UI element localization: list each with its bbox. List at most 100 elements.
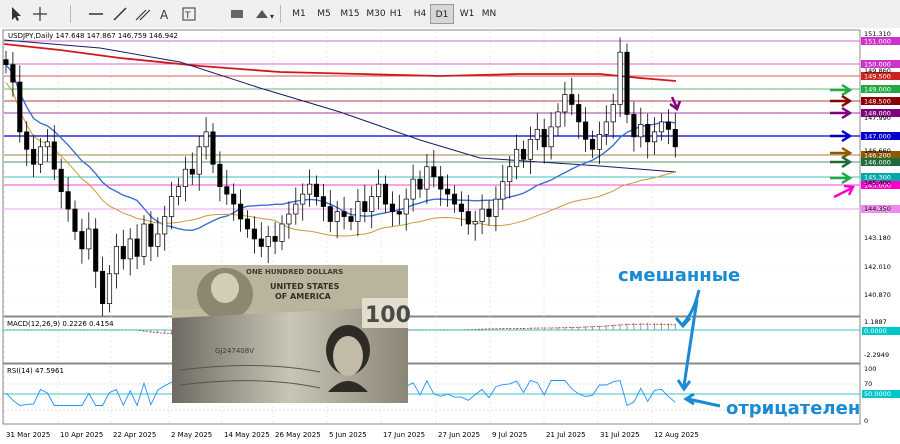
candle-body — [548, 126, 554, 148]
candle-body — [44, 141, 50, 148]
macd-tick-zero: 0.0000 — [864, 327, 887, 335]
candle-body — [369, 196, 375, 212]
timeframe-m5[interactable]: M5 — [312, 4, 336, 24]
price-tick: 149.860 — [864, 67, 891, 75]
candle-body — [10, 64, 16, 83]
candle-body — [86, 228, 92, 250]
candle-body — [196, 146, 202, 175]
candle-body — [31, 148, 37, 165]
candle-body — [189, 168, 195, 175]
candle-body — [334, 211, 340, 222]
macd-tick-bottom: -2.2949 — [864, 351, 889, 359]
candle-body — [244, 218, 251, 230]
candle-body — [127, 238, 133, 260]
candle-body — [279, 223, 285, 242]
svg-text:T: T — [184, 11, 191, 21]
candle-body — [672, 129, 678, 148]
level-label: 146.000 — [864, 159, 891, 167]
trendline-icon[interactable] — [113, 7, 127, 21]
date-label: 27 Jun 2025 — [438, 431, 480, 439]
candle-body — [362, 201, 368, 212]
candle-body — [527, 138, 533, 160]
candle-body — [445, 188, 451, 195]
candle-body — [293, 203, 299, 215]
channel-icon[interactable] — [135, 9, 151, 21]
text-icon[interactable]: A — [160, 8, 169, 22]
price-tick: 143.180 — [864, 234, 891, 242]
candle-body — [141, 223, 147, 257]
timeframe-d1[interactable]: D1 — [430, 4, 454, 24]
label-icon[interactable]: T — [182, 7, 196, 21]
candle-body — [500, 181, 506, 200]
usd-top-text: ONE HUNDRED DOLLARS — [246, 268, 343, 276]
candle-body — [403, 198, 409, 215]
candle-body — [382, 183, 389, 205]
timeframe-h4[interactable]: H4 — [408, 4, 432, 24]
candle-body — [224, 186, 230, 195]
candle-body — [417, 178, 423, 190]
price-tick: 144.350 — [864, 205, 891, 213]
timeframe-m1[interactable]: M1 — [287, 4, 311, 24]
candle-body — [576, 104, 582, 123]
price-tick: 142.010 — [864, 263, 891, 271]
timeframe-mn[interactable]: MN — [477, 4, 501, 24]
date-label: 5 Jun 2025 — [329, 431, 367, 439]
yen-serial: GJ247408V — [215, 347, 254, 355]
crosshair-icon[interactable] — [33, 7, 47, 21]
candle-body — [645, 124, 651, 143]
candle-body — [631, 114, 637, 138]
candle-body — [458, 203, 464, 212]
candle-body — [217, 163, 223, 187]
timeframe-h1[interactable]: H1 — [384, 4, 408, 24]
candle-body — [472, 221, 478, 225]
candle-body — [286, 213, 292, 225]
level-label: 148.500 — [864, 98, 891, 106]
timeframe-m15[interactable]: M15 — [336, 4, 364, 24]
candle-body — [175, 186, 182, 197]
candle-body — [3, 59, 9, 65]
candle-body — [120, 246, 126, 260]
candle-body — [624, 51, 630, 115]
banknote-image: ONE HUNDRED DOLLARS UNITED STATES OF AME… — [172, 265, 411, 403]
rsi-tick-70: 70 — [864, 380, 872, 388]
candle-body — [313, 183, 320, 197]
candle-body — [514, 148, 520, 168]
candle-body — [106, 273, 113, 305]
level-label: 149.000 — [864, 86, 891, 94]
candle-body — [389, 203, 395, 212]
timeframe-w1[interactable]: W1 — [455, 4, 479, 24]
date-label: 17 Jun 2025 — [383, 431, 425, 439]
candle-body — [589, 138, 596, 150]
cursor-icon[interactable] — [12, 7, 21, 21]
rectangle-icon[interactable] — [231, 10, 243, 18]
date-label: 14 May 2025 — [224, 431, 270, 439]
annotation-mixed: смешанные — [618, 265, 740, 286]
candle-body — [486, 208, 492, 217]
candle-body — [665, 121, 671, 130]
macd-label: MACD(12,26,9) 0.2226 0.4154 — [7, 320, 114, 328]
date-label: 10 Apr 2025 — [60, 431, 103, 439]
candle-body — [596, 134, 602, 150]
shapes-icon[interactable]: ▾ — [256, 10, 274, 21]
rsi-label: RSI(14) 47.5961 — [7, 367, 64, 375]
candle-body — [210, 131, 216, 165]
candle-body — [93, 228, 99, 272]
candle-body — [17, 81, 23, 133]
candle-body — [182, 168, 188, 187]
usd-mid-text: UNITED STATES — [270, 282, 340, 291]
price-tick: 147.990 — [864, 114, 891, 122]
candle-body — [155, 233, 161, 247]
candle-body — [58, 168, 64, 192]
chart-area[interactable]: 151.000150.000149.500149.000148.500148.0… — [0, 28, 900, 444]
candle-body — [520, 148, 527, 160]
candle-body — [24, 131, 30, 150]
candle-body — [134, 238, 140, 257]
candle-body — [148, 223, 154, 247]
price-tick: 151.310 — [864, 30, 891, 38]
date-label: 2 May 2025 — [171, 431, 212, 439]
candle-body — [231, 193, 237, 205]
candle-body — [355, 201, 361, 222]
date-label: 12 Aug 2025 — [654, 431, 699, 439]
candle-body — [300, 193, 306, 205]
candle-body — [638, 124, 644, 138]
